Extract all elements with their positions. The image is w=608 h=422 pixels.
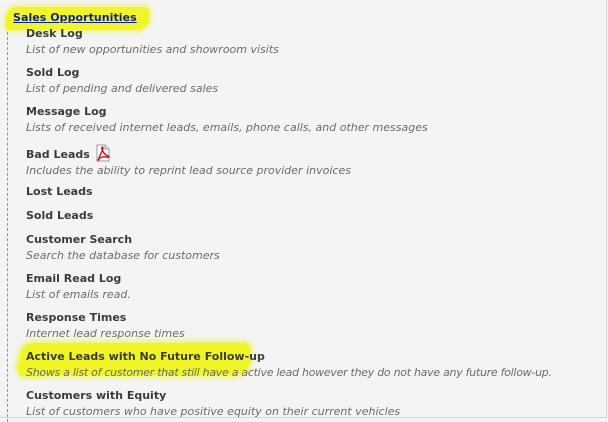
menu-item-title[interactable]: Desk Log bbox=[26, 27, 279, 41]
menu-item-title[interactable]: Lost Leads bbox=[26, 185, 93, 199]
menu-item-title[interactable]: Bad Leads bbox=[26, 148, 90, 161]
menu-item-message-log[interactable]: Message Log Lists of received internet l… bbox=[26, 105, 428, 135]
menu-item-description: Includes the ability to reprint lead sou… bbox=[26, 164, 351, 177]
menu-item-title-row[interactable]: Bad Leads bbox=[26, 144, 351, 162]
menu-item-email-read-log[interactable]: Email Read Log List of emails read. bbox=[26, 272, 131, 302]
menu-item-description: List of new opportunities and showroom v… bbox=[26, 43, 279, 56]
menu-item-sold-leads[interactable]: Sold Leads bbox=[26, 209, 93, 223]
pdf-icon[interactable] bbox=[94, 144, 112, 162]
menu-item-description: Internet lead response times bbox=[26, 327, 185, 340]
menu-item-lost-leads[interactable]: Lost Leads bbox=[26, 185, 93, 199]
menu-item-description: Shows a list of customer that still have… bbox=[26, 366, 552, 379]
menu-item-title[interactable]: Customers with Equity bbox=[26, 389, 400, 403]
menu-item-response-times[interactable]: Response Times Internet lead response ti… bbox=[26, 311, 185, 341]
menu-item-title[interactable]: Sold Log bbox=[26, 66, 218, 80]
menu-item-title[interactable]: Customer Search bbox=[26, 233, 220, 247]
menu-item-title[interactable]: Email Read Log bbox=[26, 272, 131, 286]
menu-item-description: List of emails read. bbox=[26, 288, 131, 301]
menu-item-title[interactable]: Active Leads with No Future Follow-up bbox=[26, 350, 552, 364]
tree-connector-line bbox=[7, 22, 8, 422]
menu-item-title[interactable]: Message Log bbox=[26, 105, 428, 119]
menu-item-description: Search the database for customers bbox=[26, 249, 220, 262]
menu-item-bad-leads[interactable]: Bad Leads Includes the ability to reprin… bbox=[26, 144, 351, 178]
menu-item-customer-search[interactable]: Customer Search Search the database for … bbox=[26, 233, 220, 263]
menu-item-sold-log[interactable]: Sold Log List of pending and delivered s… bbox=[26, 66, 218, 96]
menu-item-active-leads-no-follow-up[interactable]: Active Leads with No Future Follow-up Sh… bbox=[26, 350, 552, 380]
section-title-link[interactable]: Sales Opportunities bbox=[13, 11, 137, 24]
menu-item-desk-log[interactable]: Desk Log List of new opportunities and s… bbox=[26, 27, 279, 57]
menu-item-title[interactable]: Sold Leads bbox=[26, 209, 93, 223]
menu-item-description: List of customers who have positive equi… bbox=[26, 405, 401, 418]
menu-item-customers-with-equity[interactable]: Customers with Equity List of customers … bbox=[26, 389, 400, 419]
menu-item-title[interactable]: Response Times bbox=[26, 311, 185, 325]
menu-item-description: Lists of received internet leads, emails… bbox=[26, 121, 428, 134]
menu-item-description: List of pending and delivered sales bbox=[26, 82, 219, 95]
